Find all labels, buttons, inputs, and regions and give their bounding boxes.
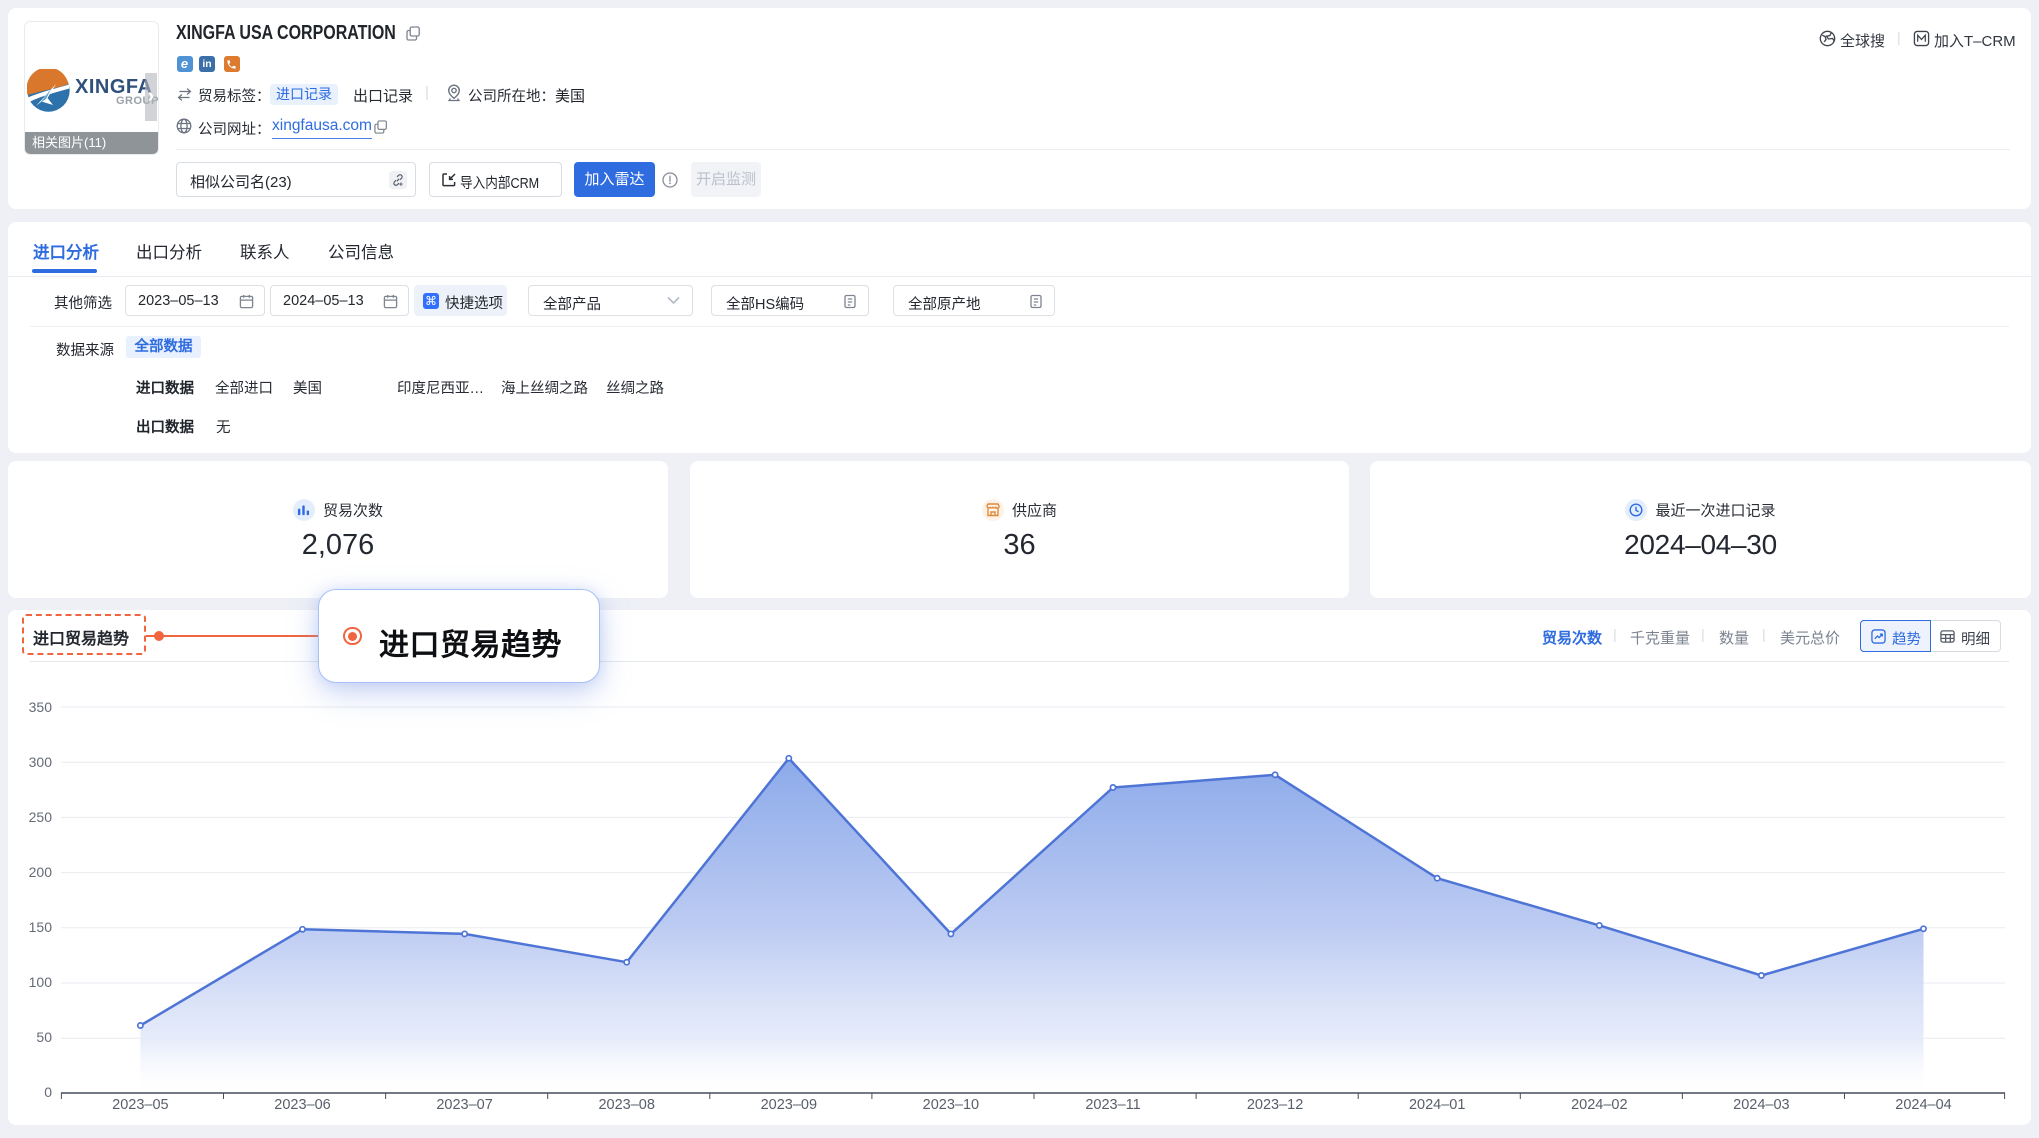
svg-text:2024–01: 2024–01 — [1409, 1097, 1465, 1113]
svg-text:300: 300 — [29, 754, 53, 770]
svg-text:2024–03: 2024–03 — [1733, 1097, 1789, 1113]
svg-text:100: 100 — [29, 974, 53, 990]
svg-text:2024–02: 2024–02 — [1571, 1097, 1627, 1113]
svg-text:2024–04: 2024–04 — [1895, 1097, 1951, 1113]
svg-text:50: 50 — [36, 1029, 52, 1045]
svg-text:2023–10: 2023–10 — [923, 1097, 979, 1113]
svg-text:2023–09: 2023–09 — [761, 1097, 817, 1113]
svg-text:2023–08: 2023–08 — [598, 1097, 654, 1113]
svg-text:2023–07: 2023–07 — [436, 1097, 492, 1113]
svg-text:350: 350 — [29, 699, 53, 715]
svg-text:2023–11: 2023–11 — [1085, 1097, 1140, 1113]
svg-text:2023–12: 2023–12 — [1247, 1097, 1303, 1113]
svg-text:150: 150 — [29, 919, 53, 935]
svg-text:250: 250 — [29, 809, 53, 825]
svg-text:2023–06: 2023–06 — [274, 1097, 330, 1113]
svg-text:2023–05: 2023–05 — [112, 1097, 168, 1113]
svg-text:0: 0 — [44, 1084, 52, 1100]
svg-text:200: 200 — [29, 864, 53, 880]
